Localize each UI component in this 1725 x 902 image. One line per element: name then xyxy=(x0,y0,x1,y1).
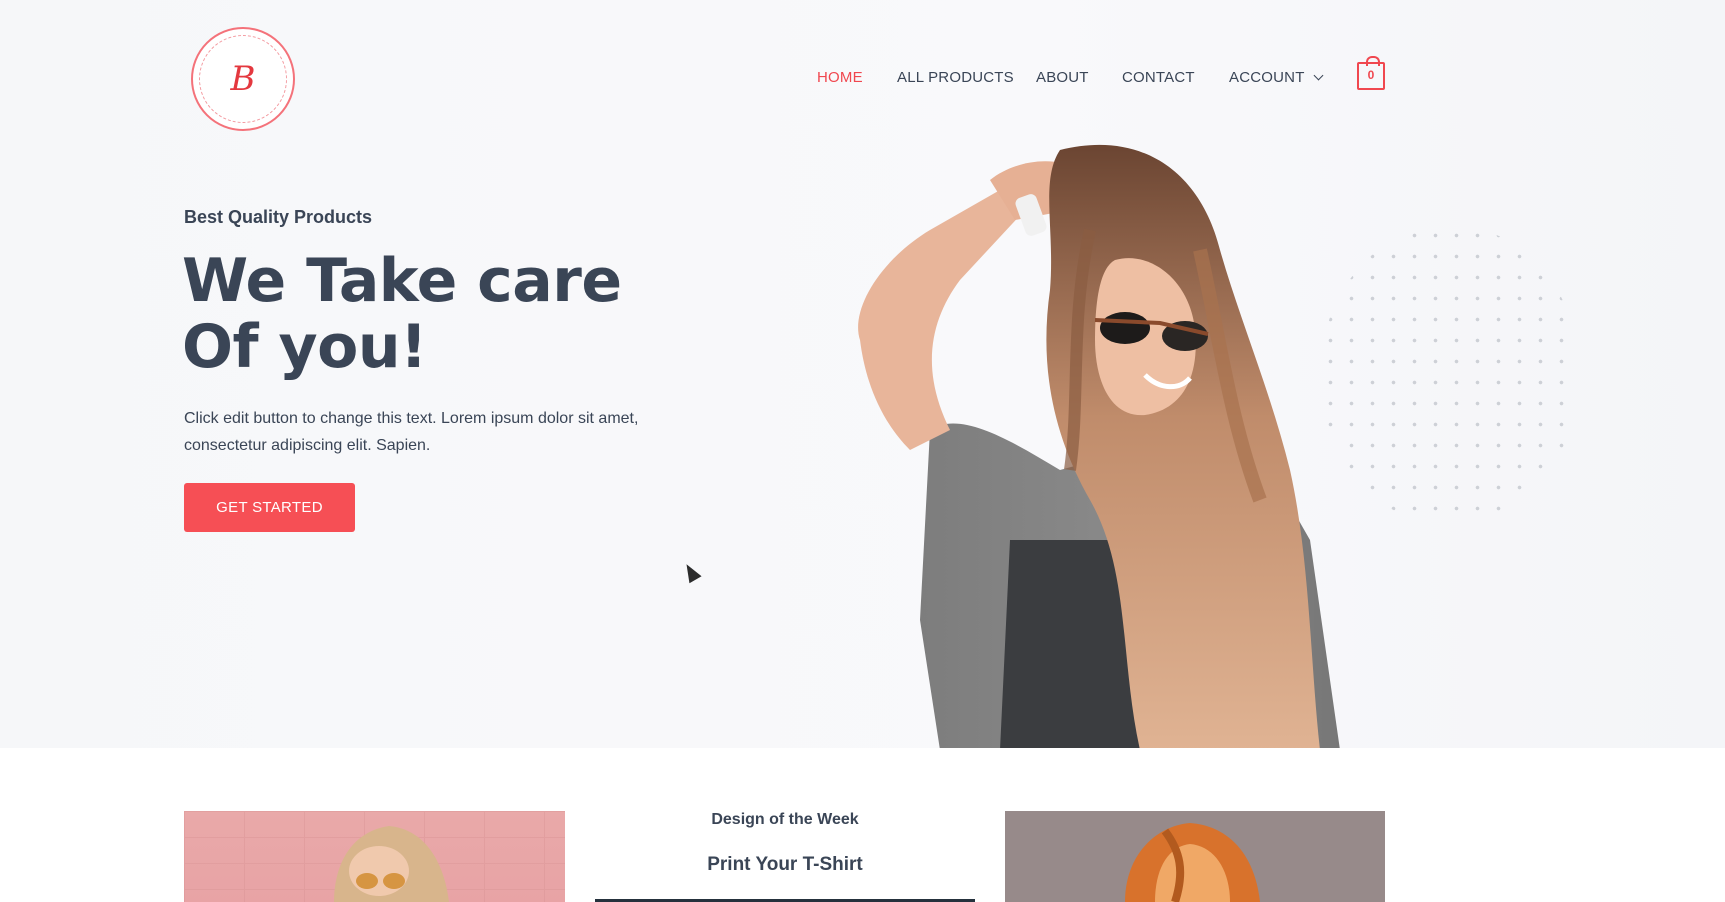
hero-headline-line2: Of you! xyxy=(182,312,427,382)
cart-count: 0 xyxy=(1367,68,1375,82)
hero-headline-line1: We Take care xyxy=(182,246,622,316)
nav-item-all-products[interactable]: ALL PRODUCTS xyxy=(897,69,1014,86)
get-started-button[interactable]: GET STARTED xyxy=(184,483,355,532)
shopping-bag-icon[interactable]: 0 xyxy=(1357,56,1385,90)
nav-item-account[interactable]: ACCOUNT xyxy=(1229,69,1324,86)
featured-image-left[interactable] xyxy=(184,811,565,902)
hero-headline: We Take care Of you! xyxy=(182,248,742,380)
nav-item-about[interactable]: ABOUT xyxy=(1036,69,1089,86)
featured-image-right[interactable] xyxy=(1005,811,1385,902)
hero-lead-text: Click edit button to change this text. L… xyxy=(184,410,639,454)
woman-pink-wall-photo xyxy=(334,826,449,902)
nav-item-contact[interactable]: CONTACT xyxy=(1122,69,1195,86)
nav-item-home[interactable]: HOME xyxy=(817,69,863,86)
hero-eyebrow: Best Quality Products xyxy=(184,207,373,227)
design-of-the-week: Design of the Week Print Your T-Shirt xyxy=(595,811,975,902)
nav-item-account-label: ACCOUNT xyxy=(1229,69,1305,86)
design-week-eyebrow: Design of the Week xyxy=(711,811,859,828)
main-navigation: HOME ALL PRODUCTS ABOUT CONTACT ACCOUNT xyxy=(0,66,1725,90)
chevron-down-icon xyxy=(1313,70,1324,81)
redhead-woman-photo xyxy=(1125,823,1260,902)
hero-image xyxy=(858,144,1340,748)
design-week-title: Print Your T-Shirt xyxy=(707,854,863,875)
